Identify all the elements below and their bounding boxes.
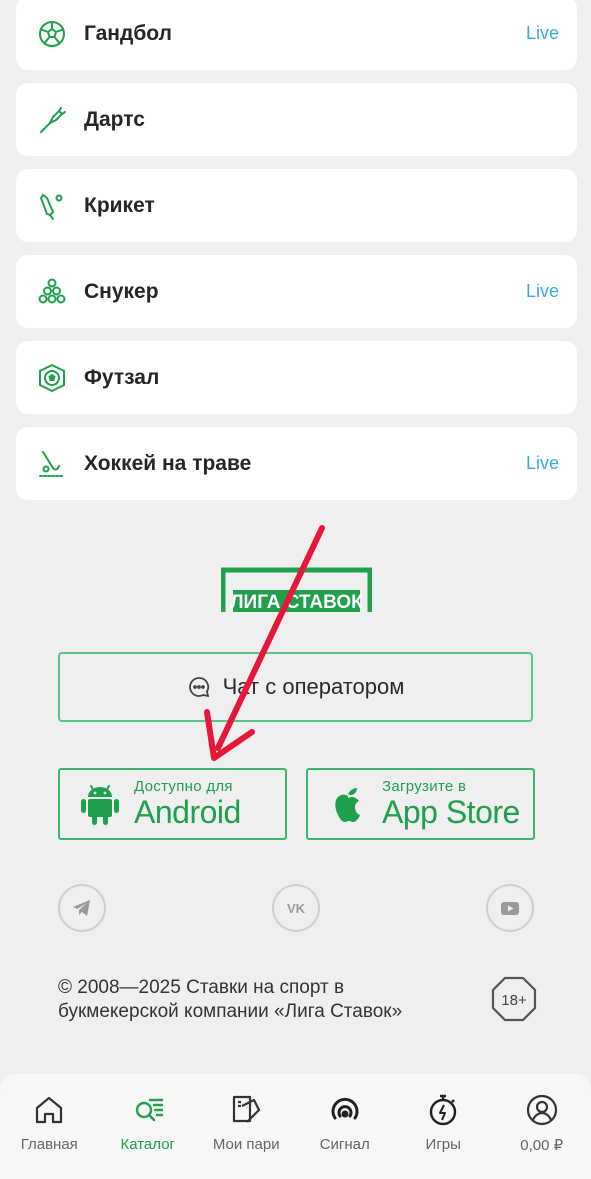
field-hockey-icon [37,449,67,479]
telegram-link[interactable] [58,884,106,932]
copyright-line: букмекерской компании «Лига Ставок» [58,1001,403,1022]
sport-item-futsal[interactable]: Футзал [16,341,577,414]
profile-icon [526,1094,557,1126]
android-download-button[interactable]: Доступно для Android [58,768,287,840]
nav-label: Главная [20,1136,78,1153]
nav-label: 0,00 ₽ [520,1137,564,1154]
nav-label: Каталог [120,1136,176,1153]
nav-item-home[interactable]: Главная [0,1074,98,1153]
live-badge: Live [525,281,559,301]
nav-label: Мои пари [212,1136,280,1153]
tickets-icon [233,1095,261,1123]
nav-item-signal[interactable]: Сигнал [296,1074,394,1153]
app-store-small-text: Загрузите в [382,778,467,795]
home-icon [36,1096,63,1124]
youtube-link[interactable] [486,884,534,932]
signal-icon [331,1097,359,1120]
apple-logo-icon [328,782,368,826]
liga-stavok-logo[interactable]: ЛИГА СТАВОК [221,566,372,614]
nav-item-catalog[interactable]: Каталог [99,1074,197,1153]
copyright-text: © 2008—2025 Ставки на спорт в букмекерск… [58,976,478,1024]
logo-text: ЛИГА СТАВОК [230,592,363,613]
nav-label: Игры [425,1136,461,1153]
sport-item-cricket[interactable]: Крикет [16,169,577,242]
sport-item-label: Снукер [84,279,159,303]
app-store-big-text: App Store [382,794,520,830]
sport-item-handball[interactable]: Гандбол Live [16,0,577,70]
handball-ball-icon [37,19,67,49]
age-badge-text: 18+ [501,992,527,1009]
youtube-icon [501,902,519,915]
telegram-icon [73,900,90,916]
app-store-download-button[interactable]: Загрузите в App Store [306,768,535,840]
nav-item-games[interactable]: Игры [394,1074,492,1153]
live-badge: Live [525,453,559,473]
sport-item-darts[interactable]: Дартс [16,83,577,156]
vk-link[interactable]: VK [272,884,320,932]
android-big-text: Android [134,794,241,830]
stopwatch-icon [430,1094,457,1126]
snooker-balls-icon [37,277,67,307]
svg-text:VK: VK [287,901,306,916]
vk-icon: VK [287,901,306,916]
android-small-text: Доступно для [134,778,233,795]
chat-button-label: Чат с оператором [222,674,405,699]
dart-icon [37,105,67,135]
sport-item-field-hockey[interactable]: Хоккей на траве Live [16,427,577,500]
nav-label: Сигнал [319,1136,370,1153]
live-badge: Live [525,23,559,43]
chat-with-operator-button[interactable]: Чат с оператором [58,652,533,722]
android-robot-icon [80,782,120,826]
bottom-navigation: Главная Каталог Мои пари Сигнал Игры 0,0… [0,1074,591,1179]
futsal-ball-icon [37,363,67,393]
sport-item-label: Гандбол [84,21,172,45]
catalog-search-icon [135,1098,163,1122]
sport-item-label: Хоккей на траве [84,451,252,475]
nav-item-my-bets[interactable]: Мои пари [197,1074,295,1153]
sport-item-label: Футзал [84,365,160,389]
sport-item-label: Дартс [84,107,145,131]
page: Гандбол Live Дартс Крикет Снукер Live Фу… [0,0,591,1179]
sport-item-label: Крикет [84,193,155,217]
cricket-bat-icon [37,191,67,221]
sport-list: Гандбол Live Дартс Крикет Снукер Live Фу… [16,0,577,513]
nav-item-profile-balance[interactable]: 0,00 ₽ [493,1074,591,1154]
sport-item-snooker[interactable]: Снукер Live [16,255,577,328]
chat-bubble-icon [187,675,211,699]
copyright-line: © 2008—2025 Ставки на спорт в [58,977,345,998]
age-restriction-badge: 18+ [491,976,537,1022]
